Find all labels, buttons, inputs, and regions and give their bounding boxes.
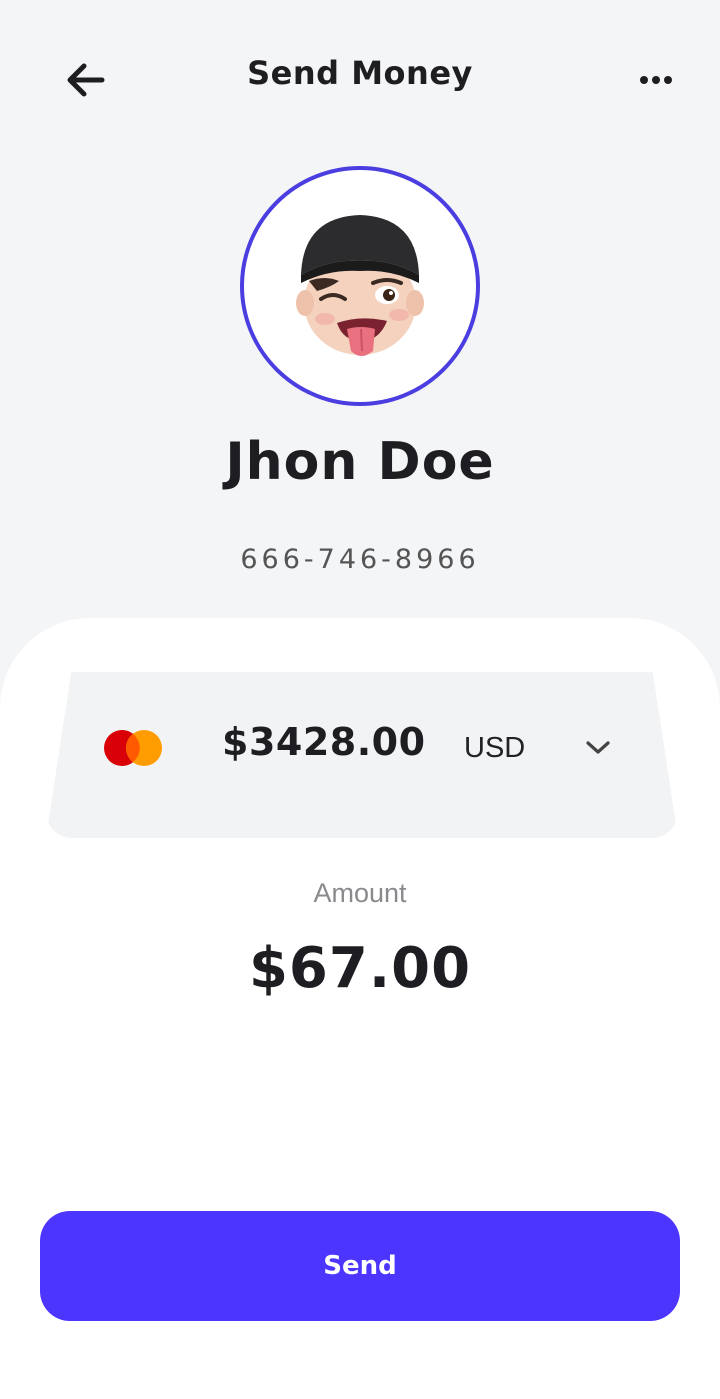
contact-name: Jhon Doe [225,432,495,492]
contact-phone: 666-746-8966 [240,544,480,575]
currency-label[interactable]: USD [464,732,525,765]
amount-value[interactable]: $67.00 [0,936,720,1001]
mastercard-icon [102,728,164,768]
app-header: Send Money [0,0,720,150]
more-options-button[interactable] [630,60,682,100]
amount-label: Amount [313,878,407,908]
chevron-down-icon [586,741,610,754]
card-balance: $3428.00 [222,720,426,764]
page-title: Send Money [247,54,473,92]
currency-dropdown-button[interactable] [578,730,618,766]
more-horizontal-icon [640,76,672,84]
avatar [240,166,480,406]
send-button[interactable]: Send [40,1211,680,1321]
memoji-avatar [296,215,424,356]
